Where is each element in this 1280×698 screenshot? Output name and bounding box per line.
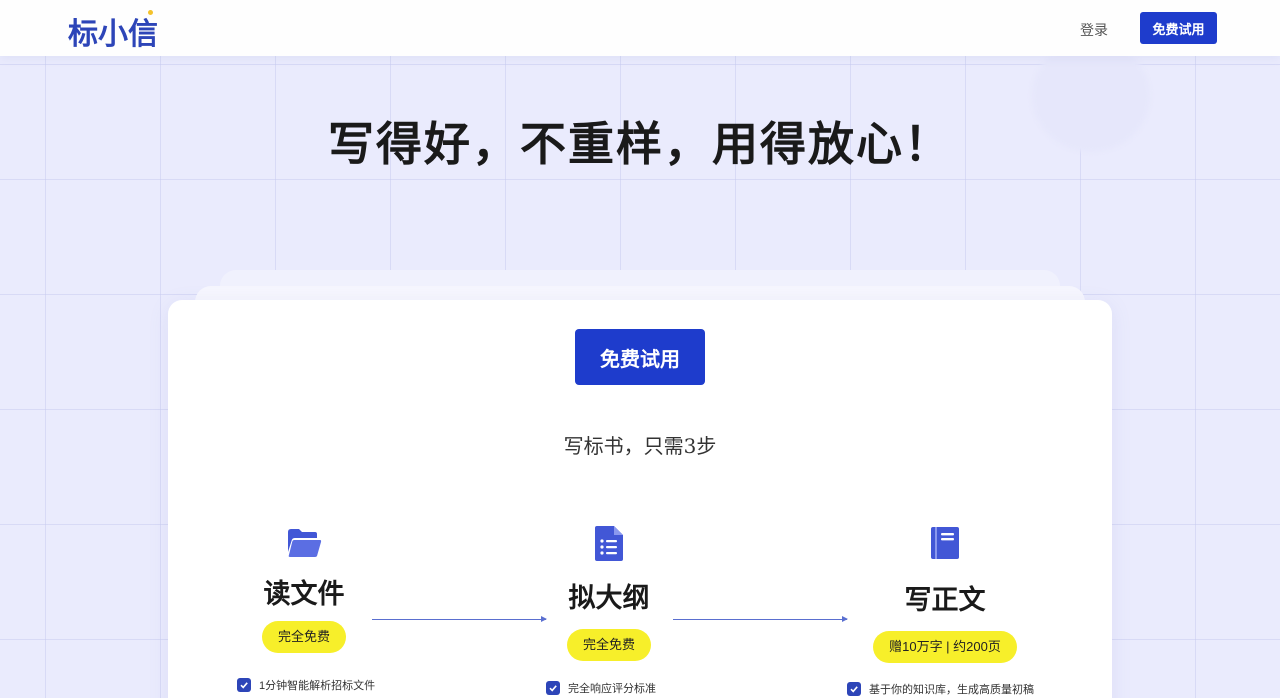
- step-arrow: [673, 616, 848, 622]
- logo[interactable]: 标小信: [68, 9, 158, 53]
- feature-item: 完全响应评分标准: [546, 680, 656, 696]
- checkmark-icon: [847, 682, 861, 696]
- hero-title: 写得好，不重样，用得放心！: [328, 117, 952, 171]
- login-link[interactable]: 登录: [1080, 20, 1108, 40]
- step-badge: 赠10万字 | 约200页: [873, 631, 1017, 663]
- feature-text: 1分钟智能解析招标文件: [259, 680, 376, 692]
- step-title: 写正文: [904, 585, 986, 616]
- step-outline: 拟大纲 完全免费: [489, 526, 729, 661]
- step-badge: 完全免费: [566, 629, 651, 661]
- checkmark-icon: [237, 678, 251, 692]
- feature-text: 基于你的知识库，生成高质量初稿: [869, 684, 1034, 696]
- feature-item: 1分钟智能解析招标文件: [237, 677, 375, 693]
- folder-open-icon: [288, 529, 322, 557]
- free-trial-button-main[interactable]: 免费试用: [575, 329, 705, 385]
- step-read-file: 读文件 完全免费: [184, 526, 424, 653]
- steps-subtitle: 写标书，只需3步: [563, 434, 717, 458]
- top-nav: 标小信 登录 免费试用: [0, 0, 1280, 56]
- book-icon: [931, 527, 959, 559]
- logo-dot: [148, 10, 153, 15]
- step-write-body: 写正文 赠10万字 | 约200页: [825, 526, 1065, 663]
- step-title: 拟大纲: [568, 583, 650, 614]
- step-title: 读文件: [263, 579, 345, 610]
- document-list-icon: [595, 526, 623, 561]
- feature-item: 基于你的知识库，生成高质量初稿: [847, 681, 1034, 697]
- feature-text: 完全响应评分标准: [568, 683, 656, 695]
- checkmark-icon: [546, 681, 560, 695]
- step-badge: 完全免费: [261, 621, 346, 653]
- free-trial-button-header[interactable]: 免费试用: [1140, 12, 1217, 44]
